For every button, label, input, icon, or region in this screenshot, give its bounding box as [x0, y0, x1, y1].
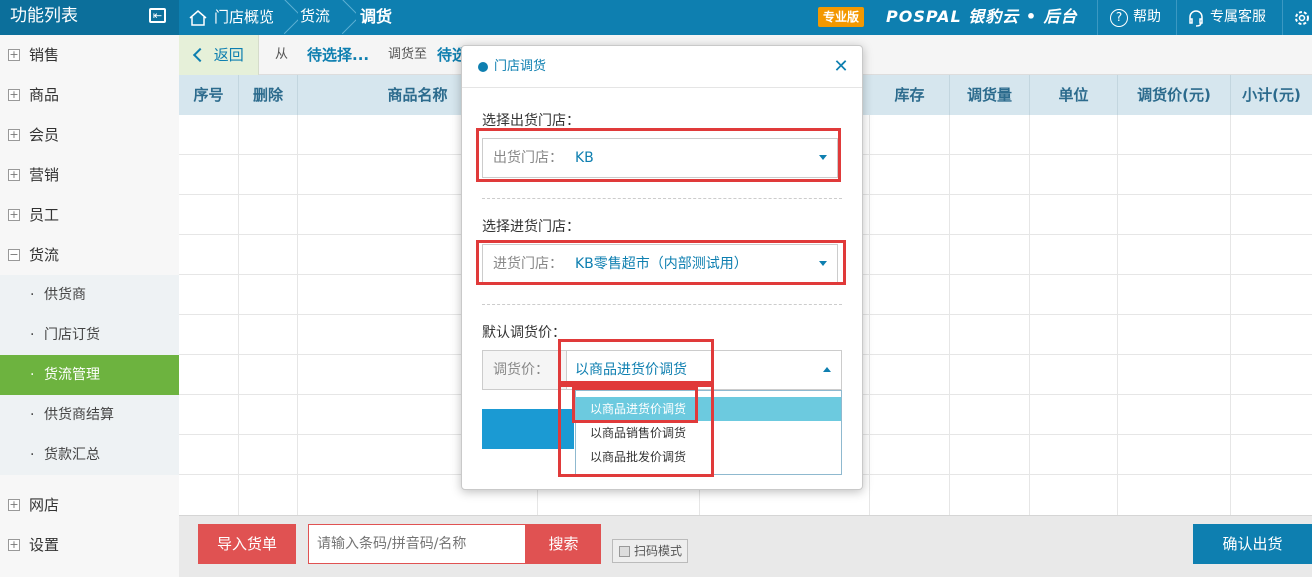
grid-line	[1117, 115, 1118, 515]
close-icon[interactable]: ✕	[832, 58, 850, 76]
grid-line	[949, 115, 950, 515]
breadcrumb-store-overview: 门店概览	[214, 8, 275, 26]
sidebar-item-label: 货流	[29, 246, 60, 264]
scan-mode-label: 扫码模式	[634, 544, 683, 558]
grid-line	[297, 115, 298, 515]
settings-gear-icon[interactable]	[1292, 8, 1312, 28]
highlight-box-price	[558, 339, 714, 384]
action-footer: 导入货单 搜索 扫码模式 确认出货	[179, 515, 1312, 577]
import-order-button[interactable]: 导入货单	[198, 524, 296, 564]
sidebar-item-label: 设置	[29, 536, 60, 554]
divider	[1282, 0, 1283, 35]
divider	[482, 198, 842, 199]
sidebar-item-sales[interactable]: + 销售	[0, 35, 179, 75]
highlight-box-selected-option	[572, 387, 698, 423]
grid-line	[238, 115, 239, 515]
divider	[1176, 0, 1177, 35]
sidebar-item-label: 营销	[29, 166, 60, 184]
expand-plus-icon: +	[8, 168, 20, 181]
column-header-transfer-price: 调货价(元)	[1118, 75, 1231, 115]
column-header-delete: 删除	[239, 75, 298, 115]
sidebar-sub-supplier[interactable]: 供货商	[0, 275, 179, 315]
sidebar-item-staff[interactable]: + 员工	[0, 195, 179, 235]
dialog-header: 门店调货 ✕	[462, 46, 862, 88]
service-label: 专属客服	[1210, 9, 1266, 25]
help-label: 帮助	[1133, 9, 1161, 25]
breadcrumb-chevron-icon	[342, 0, 356, 35]
help-icon: ?	[1110, 8, 1128, 27]
breadcrumb-home[interactable]: 门店概览	[188, 0, 274, 35]
from-store-value[interactable]: 待选择...	[307, 35, 369, 75]
highlight-box-out-store	[476, 128, 841, 182]
sidebar-item-label: 商品	[29, 86, 60, 104]
column-header-stock: 库存	[870, 75, 950, 115]
dot-icon	[478, 62, 488, 72]
column-header-index: 序号	[179, 75, 239, 115]
help-link[interactable]: ? 帮助	[1110, 0, 1161, 35]
sidebar-item-label: 员工	[29, 206, 60, 224]
sidebar-item-goods-flow[interactable]: − 货流	[0, 235, 179, 275]
breadcrumb-goods-flow[interactable]: 货流	[300, 0, 330, 35]
back-label: 返回	[213, 46, 244, 64]
from-label: 从	[275, 47, 289, 62]
price-section-label: 默认调货价：	[482, 325, 566, 341]
scan-mode-toggle[interactable]: 扫码模式	[612, 539, 688, 563]
sidebar-sub-goods-flow-management[interactable]: 货流管理	[0, 355, 179, 395]
column-header-transfer-qty: 调货量	[950, 75, 1030, 115]
pro-version-badge: 专业版	[818, 7, 864, 27]
sidebar-sub-store-order[interactable]: 门店订货	[0, 315, 179, 355]
in-store-section-label: 选择进货门店：	[482, 219, 580, 235]
headset-icon	[1189, 9, 1203, 27]
sidebar-item-members[interactable]: + 会员	[0, 115, 179, 155]
top-bar: 功能列表 ⇤ 门店概览 货流 调货 专业版 POSPAL 银豹云 • 后台 ? …	[0, 0, 1312, 35]
confirm-shipment-button[interactable]: 确认出货	[1193, 524, 1312, 564]
column-header-unit: 单位	[1030, 75, 1118, 115]
out-store-section-label: 选择出货门店：	[482, 113, 580, 129]
expand-plus-icon: +	[8, 48, 20, 61]
highlight-box-in-store	[476, 240, 846, 285]
search-input[interactable]	[308, 524, 526, 564]
breadcrumb-transfer: 调货	[360, 7, 393, 26]
sidebar-sub-supplier-settlement[interactable]: 供货商结算	[0, 395, 179, 435]
grid-line	[869, 115, 870, 515]
sidebar: + 销售 + 商品 + 会员 + 营销 + 员工 −货流 供货商 门店订货 货流管理 供货…	[0, 35, 179, 577]
function-list-label: 功能列表	[10, 6, 78, 26]
to-label: 调货至	[388, 47, 428, 62]
breadcrumb-chevron-icon	[284, 0, 298, 35]
divider	[1097, 0, 1098, 35]
back-button[interactable]: 返回	[179, 35, 259, 75]
home-icon	[189, 9, 207, 26]
sidebar-item-marketing[interactable]: + 营销	[0, 155, 179, 195]
grid-line	[1230, 115, 1231, 515]
divider	[482, 304, 842, 305]
expand-plus-icon: +	[8, 498, 20, 511]
expand-plus-icon: +	[8, 128, 20, 141]
brand-logo: POSPAL 银豹云 • 后台	[886, 7, 1078, 26]
sidebar-item-label: 销售	[29, 46, 60, 64]
dialog-title: 门店调货	[494, 59, 547, 74]
expand-plus-icon: +	[8, 538, 20, 551]
sidebar-item-online-store[interactable]: + 网店	[0, 485, 179, 525]
search-button[interactable]: 搜索	[526, 524, 601, 564]
chevron-left-icon	[192, 47, 208, 63]
transfer-price-label: 调货价：	[483, 351, 567, 389]
chevron-up-icon	[823, 367, 831, 372]
checkbox-icon	[619, 545, 630, 557]
collapse-sidebar-icon[interactable]: ⇤	[149, 8, 166, 23]
sidebar-item-settings[interactable]: + 设置	[0, 525, 179, 565]
service-link[interactable]: 专属客服	[1187, 0, 1266, 35]
expand-plus-icon: +	[8, 88, 20, 101]
sidebar-item-label: 网店	[29, 496, 60, 514]
sidebar-item-label: 会员	[29, 126, 60, 144]
sidebar-sub-payment-summary[interactable]: 货款汇总	[0, 435, 179, 475]
sidebar-item-products[interactable]: + 商品	[0, 75, 179, 115]
collapse-minus-icon: −	[8, 248, 20, 261]
column-header-subtotal: 小计(元)	[1242, 86, 1301, 104]
expand-plus-icon: +	[8, 208, 20, 221]
grid-line	[1029, 115, 1030, 515]
